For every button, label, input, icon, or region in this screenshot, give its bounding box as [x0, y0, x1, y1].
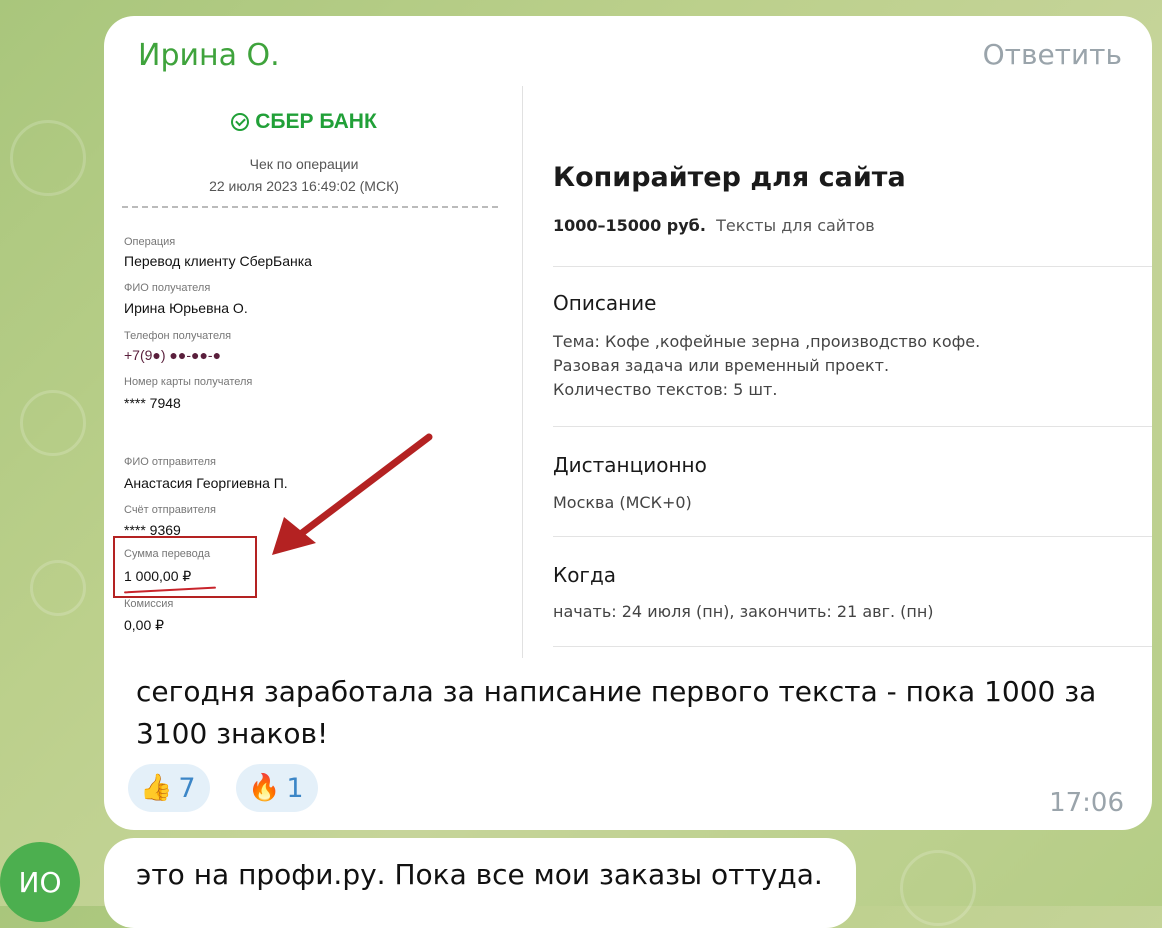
receipt-value: 0,00 ₽: [124, 617, 165, 633]
location-text: Москва (МСК+0): [553, 493, 692, 512]
receipt-divider: [122, 206, 498, 208]
thumbs-up-icon: 👍: [140, 773, 173, 803]
receipt-value: +7(9●) ●●-●●-●: [124, 347, 222, 363]
reply-button[interactable]: Ответить: [983, 38, 1122, 71]
message-bubble-2: это на профи.ру. Пока все мои заказы отт…: [104, 838, 856, 928]
job-price: 1000–15000 руб.: [553, 216, 706, 235]
message-text-2: это на профи.ру. Пока все мои заказы отт…: [136, 858, 823, 891]
receipt-label: ФИО отправителя: [124, 456, 217, 468]
receipt-label: Счёт отправителя: [124, 504, 216, 516]
sber-logo-text: СБЕР БАНК: [255, 110, 377, 133]
message-time: 17:06: [1049, 788, 1124, 818]
background-doodle: [900, 850, 976, 926]
sber-check-icon: [231, 113, 250, 131]
description-line: Количество текстов: 5 шт.: [553, 380, 778, 399]
message-bubble: Ирина О. Ответить СБЕР БАНК Чек по опера…: [104, 16, 1152, 830]
receipt-title: Чек по операции: [249, 156, 359, 172]
receipt-label: Телефон получателя: [124, 330, 232, 342]
background-doodle: [30, 560, 86, 616]
job-title: Копирайтер для сайта: [553, 162, 906, 193]
reaction-fire[interactable]: 🔥 1: [236, 764, 318, 812]
job-category: Тексты для сайтов: [716, 216, 875, 235]
background-doodle: [20, 390, 86, 456]
reaction-count: 1: [286, 772, 304, 804]
reaction-count: 7: [178, 772, 196, 804]
job-card: Копирайтер для сайта 1000–15000 руб. Тек…: [523, 86, 1152, 658]
receipt-value: Ирина Юрьевна О.: [124, 300, 248, 316]
background-doodle: [10, 120, 86, 196]
receipt-label: Операция: [124, 236, 176, 248]
message-text: сегодня заработала за написание первого …: [136, 675, 1097, 750]
description-text: Тема: Кофе ,кофейные зерна ,производство…: [553, 330, 980, 402]
receipt-datetime: 22 июля 2023 16:49:02 (МСК): [209, 178, 399, 194]
job-divider: [553, 266, 1152, 267]
sber-logo: СБЕР БАНК: [104, 110, 504, 134]
description-heading: Описание: [553, 291, 657, 315]
description-line: Разовая задача или временный проект.: [553, 356, 890, 375]
red-arrow-icon: [272, 433, 433, 555]
sber-receipt: СБЕР БАНК Чек по операции 22 июля 2023 1…: [104, 86, 522, 658]
location-heading: Дистанционно: [553, 453, 707, 477]
job-divider: [553, 646, 1152, 647]
description-line: Тема: Кофе ,кофейные зерна ,производство…: [553, 332, 981, 351]
job-divider: [553, 536, 1152, 537]
avatar[interactable]: ИО: [0, 842, 80, 922]
receipt-label: Комиссия: [124, 598, 174, 610]
receipt-label: Номер карты получателя: [124, 376, 253, 388]
sender-name[interactable]: Ирина О.: [138, 38, 280, 73]
attached-screenshot[interactable]: СБЕР БАНК Чек по операции 22 июля 2023 1…: [104, 86, 1152, 658]
when-heading: Когда: [553, 563, 617, 587]
reaction-thumbs-up[interactable]: 👍 7: [128, 764, 210, 812]
receipt-label: ФИО получателя: [124, 282, 211, 294]
receipt-value: **** 7948: [124, 395, 181, 411]
receipt-value: Перевод клиенту СберБанка: [124, 253, 312, 269]
when-text: начать: 24 июля (пн), закончить: 21 авг.…: [553, 602, 934, 621]
fire-icon: 🔥: [248, 773, 281, 803]
job-divider: [553, 426, 1152, 427]
job-price-line: 1000–15000 руб. Тексты для сайтов: [553, 216, 875, 235]
